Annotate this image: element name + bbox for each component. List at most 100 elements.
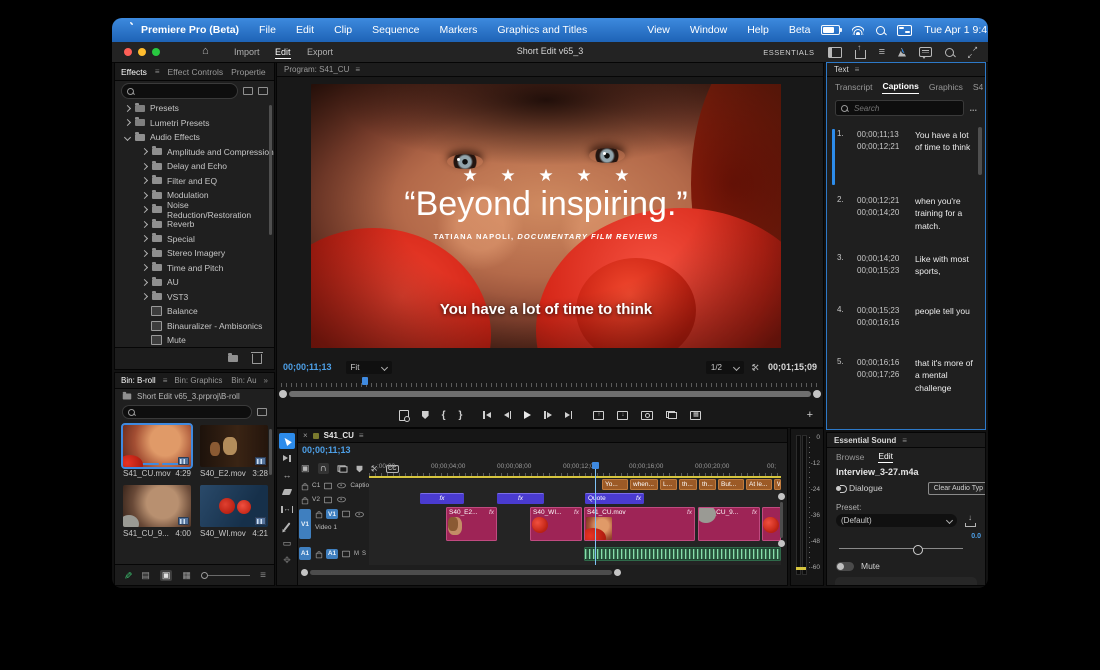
bin-item[interactable]: S41_CU_9...4:00 bbox=[123, 485, 191, 538]
menu-sequence[interactable]: Sequence bbox=[363, 24, 428, 36]
lock-icon[interactable] bbox=[302, 498, 308, 504]
beta-feedback-icon[interactable] bbox=[898, 48, 906, 57]
tree-item[interactable]: Special bbox=[115, 232, 274, 247]
video-clip[interactable]: S40_E2...fx bbox=[446, 507, 497, 541]
panel-menu-icon[interactable]: ≡ bbox=[855, 65, 860, 74]
menu-graphics[interactable]: Graphics and Titles bbox=[488, 24, 596, 36]
tree-item[interactable]: Lumetri Presets bbox=[115, 116, 274, 131]
scrollbar[interactable] bbox=[269, 105, 272, 235]
scrollbar[interactable] bbox=[978, 127, 982, 175]
tab-browse[interactable]: Browse bbox=[836, 452, 864, 462]
tab-effect-controls[interactable]: Effect Controls bbox=[168, 67, 224, 77]
sync-lock-icon[interactable] bbox=[342, 511, 350, 517]
graphic-clip-quote[interactable]: Quotefx bbox=[585, 493, 644, 504]
menu-view[interactable]: View bbox=[638, 24, 679, 36]
timeline-zoom-handle-left[interactable] bbox=[301, 569, 308, 576]
caption-clip[interactable]: th... bbox=[679, 479, 697, 490]
caption-text[interactable]: Like with most sports, bbox=[915, 253, 977, 278]
timeline-zoom-handle-right[interactable] bbox=[614, 569, 621, 576]
twirl-icon[interactable] bbox=[124, 105, 131, 112]
menu-window[interactable]: Window bbox=[681, 24, 736, 36]
panel-menu-icon[interactable]: ≡ bbox=[359, 431, 364, 440]
go-to-out-icon[interactable] bbox=[565, 411, 573, 419]
comparison-view-icon[interactable] bbox=[666, 411, 677, 419]
selection-tool[interactable] bbox=[279, 433, 295, 449]
twirl-icon[interactable] bbox=[141, 206, 148, 213]
caption-timecodes[interactable]: 00;00;11;1300;00;12;21 bbox=[857, 129, 909, 154]
effects-search-input[interactable] bbox=[138, 86, 232, 97]
playhead-handle[interactable] bbox=[592, 462, 599, 469]
track-output-icon[interactable] bbox=[355, 511, 364, 517]
clip-thumbnail[interactable] bbox=[200, 425, 268, 467]
button-editor-icon[interactable]: + bbox=[807, 409, 813, 421]
tab-bin-audio[interactable]: Bin: Au bbox=[231, 376, 256, 385]
close-sequence-icon[interactable]: × bbox=[303, 431, 308, 440]
menu-markers[interactable]: Markers bbox=[430, 24, 486, 36]
twirl-icon[interactable] bbox=[141, 279, 148, 286]
step-back-icon[interactable] bbox=[504, 411, 512, 419]
captions-search-input[interactable] bbox=[852, 103, 958, 114]
minimize-window-button[interactable] bbox=[138, 48, 146, 56]
caption-clip[interactable]: Wh bbox=[774, 479, 781, 490]
tab-bin-graphics[interactable]: Bin: Graphics bbox=[174, 376, 222, 385]
vertical-zoom-handle-top[interactable] bbox=[778, 493, 785, 500]
slider-handle[interactable] bbox=[201, 572, 208, 579]
tree-item[interactable]: Presets bbox=[115, 101, 274, 116]
maximize-window-button[interactable] bbox=[152, 48, 160, 56]
twirl-icon[interactable] bbox=[141, 192, 148, 199]
tab-bin-broll[interactable]: Bin: B-roll bbox=[121, 376, 156, 385]
tree-item[interactable]: AU bbox=[115, 275, 274, 290]
new-custom-bin-icon[interactable] bbox=[228, 355, 238, 362]
workspace-icon[interactable] bbox=[828, 47, 842, 58]
slider-handle[interactable] bbox=[913, 545, 923, 555]
video-clip[interactable]: S40_WI...fx bbox=[530, 507, 582, 541]
more-options-icon[interactable]: ... bbox=[969, 103, 977, 113]
hand-tool[interactable]: ✥ bbox=[279, 552, 295, 568]
home-icon[interactable]: ⌂ bbox=[202, 45, 209, 57]
playhead[interactable] bbox=[595, 462, 596, 565]
tree-item[interactable]: VST3 bbox=[115, 290, 274, 305]
timeline-marker-icon[interactable] bbox=[356, 465, 362, 472]
caption-row[interactable]: 2. 00;00;12;2100;00;14;20 when you're tr… bbox=[837, 195, 977, 232]
twirl-icon[interactable] bbox=[124, 134, 131, 141]
lock-icon[interactable] bbox=[316, 552, 322, 558]
tree-item[interactable]: Binauralizer - Ambisonics bbox=[115, 319, 274, 334]
tab-s4[interactable]: S4 bbox=[973, 82, 983, 92]
zoom-handle-right[interactable] bbox=[813, 390, 821, 398]
panel-menu-icon[interactable]: ≡ bbox=[155, 67, 160, 76]
timeline-timecode[interactable]: 00;00;11;13 bbox=[302, 445, 351, 455]
menu-beta[interactable]: Beta bbox=[780, 24, 820, 36]
wifi-icon[interactable] bbox=[852, 26, 864, 35]
tab-export[interactable]: Export bbox=[307, 47, 333, 57]
track-output-icon[interactable] bbox=[337, 483, 346, 489]
linked-selection-icon[interactable] bbox=[337, 465, 347, 472]
twirl-icon[interactable] bbox=[141, 250, 148, 257]
caption-clip[interactable]: Yo... bbox=[602, 479, 628, 490]
track-v2-label[interactable]: V2 bbox=[312, 496, 320, 503]
essential-sound-title[interactable]: Essential Sound bbox=[834, 436, 896, 445]
program-scrollbar[interactable] bbox=[289, 391, 811, 397]
tab-captions[interactable]: Captions bbox=[882, 81, 918, 94]
video-clip-partial[interactable] bbox=[762, 507, 781, 541]
tree-item[interactable]: Amplitude and Compression bbox=[115, 145, 274, 160]
accelerated-effects-icon[interactable] bbox=[243, 87, 253, 95]
delete-icon[interactable] bbox=[252, 354, 262, 364]
save-preset-icon[interactable] bbox=[965, 523, 976, 527]
tree-item[interactable]: Delay and Echo bbox=[115, 159, 274, 174]
mute-toggle[interactable] bbox=[836, 562, 854, 571]
lock-icon[interactable] bbox=[302, 484, 308, 490]
program-mini-timeline[interactable] bbox=[281, 379, 819, 387]
sync-lock-icon[interactable] bbox=[324, 496, 332, 502]
caption-text[interactable]: people tell you bbox=[915, 305, 977, 330]
caption-timecodes[interactable]: 00;00;12;2100;00;14;20 bbox=[857, 195, 909, 232]
freeform-view-icon[interactable]: ▦ bbox=[182, 570, 191, 581]
caption-row[interactable]: 4. 00;00;15;2300;00;16;16 people tell yo… bbox=[837, 305, 977, 330]
add-marker-icon[interactable] bbox=[422, 411, 429, 419]
twirl-icon[interactable] bbox=[141, 163, 148, 170]
solo-track-button[interactable]: S bbox=[362, 551, 366, 557]
stacked-panels-icon[interactable]: ≡ bbox=[879, 46, 885, 58]
pen-tool[interactable] bbox=[279, 518, 295, 534]
tree-item[interactable]: Noise Reduction/Restoration bbox=[115, 203, 274, 218]
graphic-clip[interactable]: fx bbox=[497, 493, 544, 504]
program-video[interactable]: ★ ★ ★ ★ ★ “Beyond inspiring.” TATIANA NA… bbox=[311, 84, 781, 348]
